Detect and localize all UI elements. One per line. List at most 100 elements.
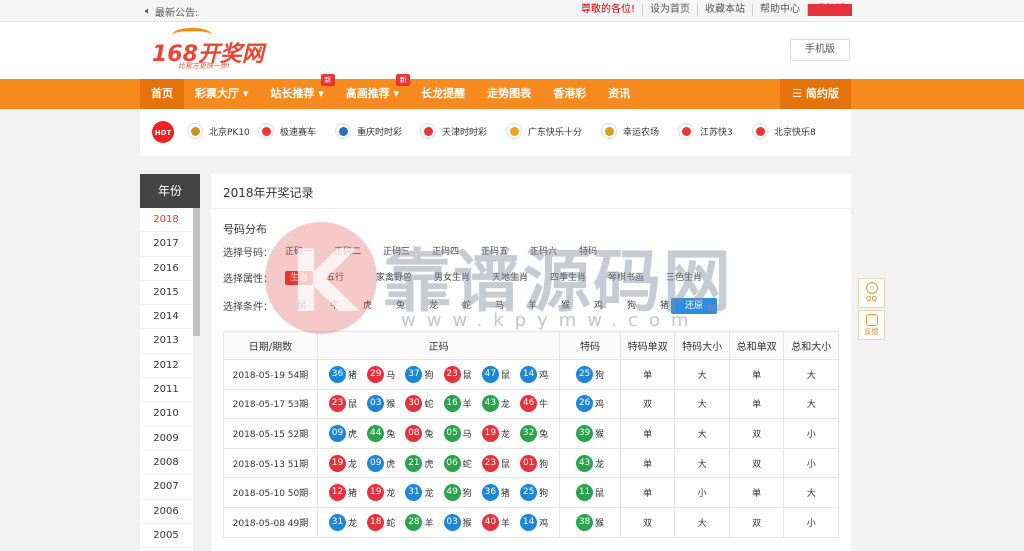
ball-number: 19 — [367, 484, 385, 502]
year-item[interactable]: 2007 — [140, 475, 192, 500]
year-item[interactable]: 2006 — [140, 500, 192, 524]
filter-option[interactable]: 男女生肖 — [434, 271, 492, 285]
filter-option[interactable]: 正码二 — [334, 245, 383, 259]
nav-item-picture-recommend[interactable]: 高画推荐 ▾ 新 — [335, 74, 411, 109]
filter-option[interactable]: 正码四 — [432, 245, 481, 259]
hot-item-tjssc[interactable]: 天津时时彩 — [420, 123, 487, 139]
hot-fire-icon: HOT — [152, 121, 174, 143]
filter-option[interactable]: 五行 — [326, 271, 376, 285]
number-ball: 05 马 — [443, 424, 472, 442]
regular-numbers: 31 龙 18 蛇 28 羊 03 猴 40 羊 14 鸡 — [316, 506, 561, 538]
hot-item-gdkl10[interactable]: 广东快乐十分 — [506, 123, 582, 139]
ball-number: 28 — [405, 513, 423, 531]
hot-item-cqssc[interactable]: 重庆时时彩 — [335, 123, 402, 139]
filter-option[interactable]: 鼠 — [285, 299, 318, 313]
special-odd-even: 双 — [619, 388, 676, 420]
nav-item-long-dragon[interactable]: 长龙提醒 — [410, 79, 476, 109]
top-link-help[interactable]: 帮助中心 — [752, 4, 807, 16]
hot-item-bjkl8[interactable]: 北京快乐8 — [752, 123, 816, 139]
year-item[interactable]: 2017 — [140, 232, 192, 257]
filter-option[interactable]: 家禽野兽 — [376, 271, 434, 285]
year-item[interactable]: 2011 — [140, 378, 192, 403]
special-big-small: 大 — [674, 418, 730, 449]
year-item[interactable]: 2010 — [140, 402, 192, 427]
ball-number: 16 — [443, 395, 461, 413]
year-scrollbar[interactable] — [193, 208, 200, 551]
hot-item-speed-racing[interactable]: 极速赛车 — [258, 123, 316, 139]
year-item[interactable]: 2008 — [140, 451, 192, 476]
filter-option[interactable]: 正码一 — [285, 245, 334, 259]
filter-option[interactable]: 三色生肖 — [666, 271, 716, 285]
draw-date: 2018-05-08 49期 — [223, 506, 318, 538]
mobile-version-button[interactable]: 手机版 — [790, 39, 850, 61]
year-item[interactable]: 2009 — [140, 427, 192, 451]
sum-odd-even: 双 — [728, 418, 785, 449]
number-ball: 39 猴 — [560, 424, 620, 442]
hot-item-jsk3[interactable]: 江苏快3 — [678, 123, 733, 139]
number-ball: 18 蛇 — [367, 513, 395, 531]
year-item[interactable]: 2014 — [140, 305, 192, 330]
year-item[interactable]: 2018 — [140, 208, 192, 233]
feedback-float-button[interactable]: 反馈 — [858, 310, 885, 340]
top-link-favorite[interactable]: 收藏本站 — [697, 4, 752, 16]
hot-item-lucky-farm[interactable]: 幸运农场 — [601, 123, 659, 139]
filter-option[interactable]: 狗 — [615, 299, 648, 313]
special-odd-even: 单 — [619, 477, 676, 508]
top-link-welcome[interactable]: 尊敬的各位! — [574, 4, 642, 16]
ball-number: 01 — [520, 454, 538, 472]
filter-option[interactable]: 兔 — [384, 299, 417, 313]
lottery-logo-icon — [187, 123, 203, 139]
top-link-mobile[interactable]: 手机版 — [807, 4, 852, 16]
nav-item-lottery-hall[interactable]: 彩票大厅 ▾ — [184, 79, 259, 109]
nav-item-hk-lottery[interactable]: 香港彩 — [542, 79, 597, 109]
number-ball: 14 鸡 — [520, 365, 548, 383]
simple-version-button[interactable]: ☰ 简约版 — [780, 79, 851, 109]
hot-item-bjpk10[interactable]: 北京PK10 — [187, 123, 250, 139]
ball-number: 14 — [520, 365, 538, 383]
filter-option[interactable]: 龙 — [417, 299, 450, 313]
logo-slogan: 比官方更快一步! — [178, 62, 230, 70]
scrollbar-thumb[interactable] — [193, 208, 200, 336]
filter-option[interactable]: 羊 — [516, 299, 549, 313]
special-number: 11 鼠 — [559, 477, 621, 508]
filter-option[interactable]: 鸡 — [582, 299, 615, 313]
nav-item-news[interactable]: 资讯 — [597, 79, 641, 109]
filter-option[interactable]: 琴棋书画 — [608, 271, 666, 285]
number-ball: 09 虎 — [367, 454, 395, 472]
zodiac-label: 猪 — [348, 489, 358, 500]
filter-option[interactable]: 虎 — [351, 299, 384, 313]
nav-item-home[interactable]: 首页 — [140, 79, 184, 109]
number-ball: 29 马 — [367, 365, 395, 383]
year-item[interactable]: 2012 — [140, 354, 192, 379]
reset-button[interactable]: 还原 — [671, 298, 717, 314]
nav-item-trend-chart[interactable]: 走势图表 — [476, 79, 542, 109]
qq-float-button[interactable]: QQ — [858, 278, 885, 308]
sum-big-small: 大 — [783, 388, 839, 420]
top-link-homepage[interactable]: 设为首页 — [642, 4, 697, 16]
nav-item-recommend[interactable]: 站长推荐 ▾ 新 — [259, 74, 335, 109]
number-ball: 49 狗 — [443, 484, 472, 502]
filter-option-selected[interactable]: 生肖 — [285, 270, 314, 285]
year-item[interactable]: 2013 — [140, 329, 192, 354]
filter-option[interactable]: 正码六 — [530, 245, 579, 259]
lottery-logo-icon — [601, 123, 617, 139]
zodiac-label: 龙 — [386, 489, 396, 500]
zodiac-label: 虎 — [424, 459, 434, 470]
year-item[interactable]: 2016 — [140, 257, 192, 281]
filter-option[interactable]: 天地生肖 — [492, 271, 550, 285]
number-ball: 16 羊 — [443, 395, 472, 413]
filter-option[interactable]: 正码三 — [383, 245, 432, 259]
filter-option[interactable]: 正码五 — [481, 245, 530, 259]
filter-option[interactable]: 四季生肖 — [550, 271, 608, 285]
ball-number: 06 — [443, 454, 461, 472]
year-item[interactable]: 2005 — [140, 524, 192, 549]
filter-option[interactable]: 牛 — [318, 299, 351, 313]
filter-option[interactable]: 猴 — [549, 299, 582, 313]
year-item[interactable]: 2015 — [140, 281, 192, 306]
sum-odd-even: 双 — [728, 447, 785, 479]
filter-option[interactable]: 特码 — [579, 245, 619, 259]
filter-option[interactable]: 马 — [483, 299, 516, 313]
filter-option[interactable]: 蛇 — [450, 299, 483, 313]
number-ball: 43 龙 — [481, 395, 510, 413]
site-logo[interactable]: 168开奖网 比官方更快一步! — [152, 28, 264, 70]
